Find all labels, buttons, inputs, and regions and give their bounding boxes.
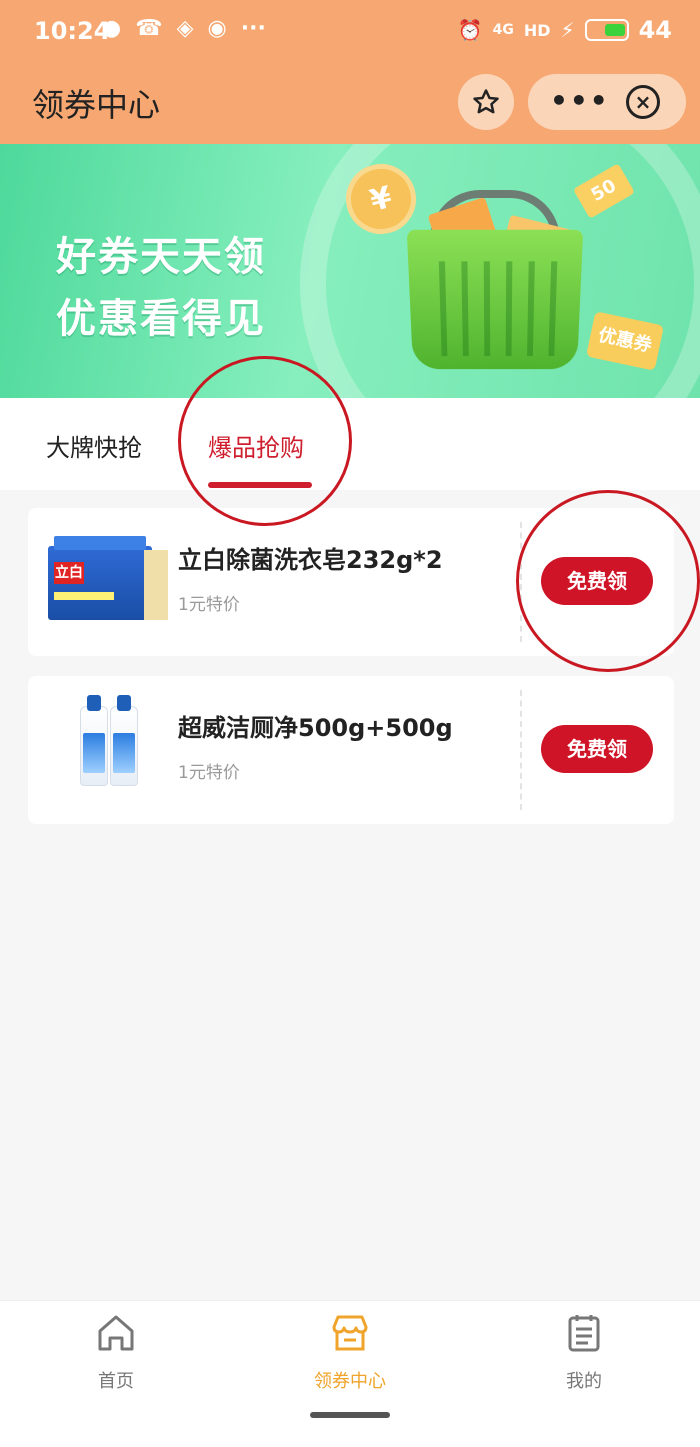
- status-time: 10:24: [34, 17, 111, 45]
- banner-subheadline: 优惠看得见: [56, 296, 266, 342]
- banner-headline: 好券天天领: [56, 234, 266, 280]
- page-title: 领券中心: [32, 86, 161, 124]
- nav-home[interactable]: 首页: [56, 1311, 176, 1393]
- annotation-circle: [516, 490, 700, 672]
- claim-free-button[interactable]: 免费领: [541, 725, 653, 773]
- home-indicator[interactable]: [310, 1412, 390, 1418]
- card-divider: [520, 690, 522, 810]
- favorite-button[interactable]: [458, 74, 514, 130]
- title-bar: 领券中心 ••• ×: [0, 58, 700, 144]
- bottom-nav: 首页 领券中心 我的: [0, 1300, 700, 1447]
- weibo-icon: ◉: [207, 16, 227, 41]
- chat-bubble-icon: ●: [102, 16, 122, 41]
- product-card[interactable]: 超威洁厕净500g+500g 1元特价 免费领: [28, 676, 674, 824]
- brand-logo: 立白: [54, 562, 84, 584]
- close-icon[interactable]: ×: [626, 85, 660, 119]
- product-name: 超威洁厕净500g+500g: [178, 714, 453, 742]
- more-icon[interactable]: •••: [550, 84, 610, 117]
- product-price-note: 1元特价: [178, 763, 240, 783]
- more-notifications-icon: ···: [240, 16, 266, 41]
- nav-label: 首页: [98, 1371, 134, 1392]
- promo-banner[interactable]: ¥ 50 优惠券 好券天天领 优惠看得见: [0, 144, 700, 398]
- store-icon: [332, 1315, 368, 1351]
- shield-icon: ◈: [176, 16, 194, 41]
- clipboard-icon: [568, 1315, 600, 1352]
- shopping-basket-graphic: [406, 229, 584, 370]
- hd-label: HD: [523, 20, 551, 40]
- product-image: 立白: [48, 532, 168, 632]
- product-price-note: 1元特价: [178, 595, 240, 615]
- nav-label: 我的: [566, 1371, 602, 1392]
- star-icon: [473, 89, 499, 114]
- mini-program-capsule: ••• ×: [528, 74, 686, 130]
- missed-call-icon: ☎: [135, 16, 163, 41]
- battery-icon: [584, 19, 629, 41]
- product-name: 立白除菌洗衣皂232g*2: [178, 546, 443, 574]
- battery-level: 44: [638, 16, 672, 44]
- nav-mine[interactable]: 我的: [524, 1311, 644, 1393]
- product-image: [48, 695, 158, 800]
- charging-icon: ⚡: [560, 18, 575, 42]
- home-icon: [98, 1315, 134, 1351]
- status-bar: 10:24 ● ☎ ◈ ◉ ··· ⏰ 4G HD ⚡ 44: [0, 0, 700, 58]
- nav-label: 领券中心: [314, 1371, 386, 1392]
- tab-brand-rush[interactable]: 大牌快抢: [46, 428, 142, 463]
- status-system-icons: ⏰ 4G HD ⚡ 44: [458, 16, 672, 44]
- signal-label: 4G: [492, 22, 514, 38]
- nav-coupon-center[interactable]: 领券中心: [290, 1311, 410, 1393]
- alarm-icon: ⏰: [457, 18, 483, 42]
- status-notification-icons: ● ☎ ◈ ◉ ···: [102, 16, 266, 41]
- annotation-circle: [178, 356, 352, 526]
